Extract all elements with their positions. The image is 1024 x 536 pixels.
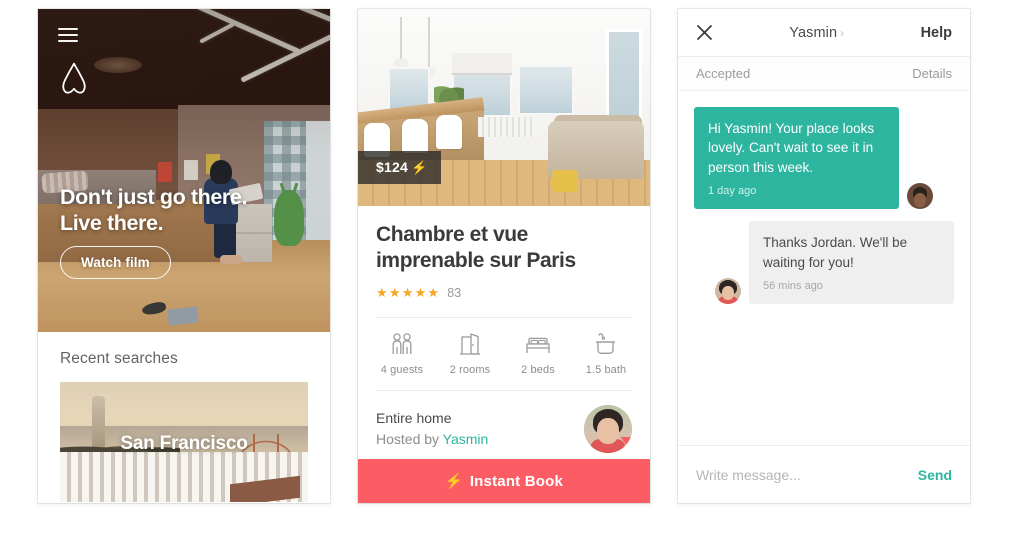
amenity-guests: 4 guests <box>368 332 436 376</box>
amenities-row: 4 guests 2 rooms 2 beds 1.5 bath <box>358 318 650 390</box>
hamburger-menu-icon[interactable] <box>58 28 78 42</box>
instant-book-button[interactable]: ⚡ Instant Book <box>358 459 650 503</box>
host-text: Entire home Hosted by Yasmin <box>376 408 488 450</box>
listing-title-line1: Chambre et vue <box>376 223 528 246</box>
host-row[interactable]: Entire home Hosted by Yasmin <box>358 391 650 467</box>
close-x-icon[interactable] <box>696 24 713 41</box>
chat-peer-name: Yasmin <box>789 24 838 41</box>
beds-icon <box>526 337 550 354</box>
chat-header: Yasmin › Help <box>678 9 970 57</box>
instant-bolt-icon: ⚡ <box>410 160 428 175</box>
hero-headline-line1: Don't just go there. <box>60 184 248 209</box>
chevron-right-icon: › <box>840 25 845 40</box>
phone-screen-listing: $124 ⚡ Chambre et vue imprenable sur Pari… <box>358 9 650 503</box>
avatar-yasmin <box>715 277 741 304</box>
chat-peer-link[interactable]: Yasmin › <box>789 25 844 41</box>
amenity-label: 4 guests <box>380 364 424 377</box>
amenity-beds: 2 beds <box>504 332 572 376</box>
amenity-label: 2 beds <box>521 364 555 377</box>
screenshot-stage: Don't just go there. Live there. Watch f… <box>0 0 1024 536</box>
message-text: Thanks Jordan. We'll be waiting for you! <box>763 235 908 270</box>
chat-message-list: Hi Yasmin! Your place looks lovely. Can'… <box>678 91 970 445</box>
review-count: 83 <box>447 286 462 301</box>
host-room-type: Entire home <box>376 410 452 427</box>
amenity-rooms: 2 rooms <box>436 332 504 376</box>
message-bubble-outgoing: Hi Yasmin! Your place looks lovely. Can'… <box>694 107 899 210</box>
listing-body: Chambre et vue imprenable sur Paris ★★★★… <box>358 206 650 317</box>
recent-searches-carousel[interactable]: San Francisco <box>60 382 308 502</box>
message-text: Hi Yasmin! Your place looks lovely. Can'… <box>708 121 875 175</box>
hosted-by-prefix: Hosted by <box>376 431 443 448</box>
chat-subheader: Accepted Details <box>678 57 970 91</box>
airbnb-belo-logo <box>62 62 86 94</box>
hero-overlay <box>38 9 330 332</box>
amenity-label: 1.5 bath <box>585 364 627 377</box>
help-button[interactable]: Help <box>921 25 952 41</box>
message-timestamp: 1 day ago <box>708 185 757 198</box>
phone-screen-home: Don't just go there. Live there. Watch f… <box>38 9 330 503</box>
watch-film-button[interactable]: Watch film <box>60 246 171 279</box>
recent-searches-title: Recent searches <box>60 350 178 367</box>
recent-search-label: San Francisco <box>120 433 248 455</box>
amenity-label: 2 rooms <box>449 364 491 377</box>
instant-book-label: Instant Book <box>469 472 564 490</box>
chat-input-bar: Send <box>678 445 970 503</box>
rooms-door-icon <box>460 333 480 355</box>
send-button[interactable]: Send <box>918 467 952 483</box>
listing-title: Chambre et vue imprenable sur Paris <box>376 222 632 273</box>
listing-photo[interactable]: $124 ⚡ <box>358 9 650 206</box>
chat-message: Thanks Jordan. We'll be waiting for you!… <box>694 221 954 304</box>
listing-title-line2: imprenable sur Paris <box>376 248 576 272</box>
price-amount: $124 <box>376 159 408 175</box>
bath-icon <box>596 333 615 355</box>
phone-screen-chat: Yasmin › Help Accepted Details Hi Yasmin!… <box>678 9 970 503</box>
host-avatar[interactable] <box>584 405 632 454</box>
avatar-jordan <box>907 183 933 210</box>
host-line: Hosted by Yasmin <box>376 429 488 450</box>
hero-headline-line2: Live there. <box>60 211 164 236</box>
recent-search-card-san-francisco[interactable]: San Francisco <box>60 382 308 502</box>
message-timestamp: 56 mins ago <box>763 280 823 293</box>
guests-icon <box>392 333 412 355</box>
hero-banner: Don't just go there. Live there. Watch f… <box>38 9 330 332</box>
recent-searches-section: Recent searches San Francisco <box>38 332 330 502</box>
amenity-bath: 1.5 bath <box>572 332 640 376</box>
details-button[interactable]: Details <box>912 66 952 81</box>
chat-message: Hi Yasmin! Your place looks lovely. Can'… <box>694 107 954 210</box>
message-input[interactable] <box>696 466 876 483</box>
star-rating-icon: ★★★★★ <box>376 285 441 301</box>
price-badge: $124 ⚡ <box>358 151 442 184</box>
hero-headline: Don't just go there. Live there. <box>60 184 314 237</box>
superhost-badge-icon <box>620 437 632 451</box>
instant-book-bolt-icon: ⚡ <box>444 473 464 490</box>
status-badge: Accepted <box>696 66 751 81</box>
host-name-link[interactable]: Yasmin <box>443 431 489 447</box>
message-bubble-incoming: Thanks Jordan. We'll be waiting for you!… <box>749 221 954 304</box>
rating-row: ★★★★★ 83 <box>376 285 632 317</box>
